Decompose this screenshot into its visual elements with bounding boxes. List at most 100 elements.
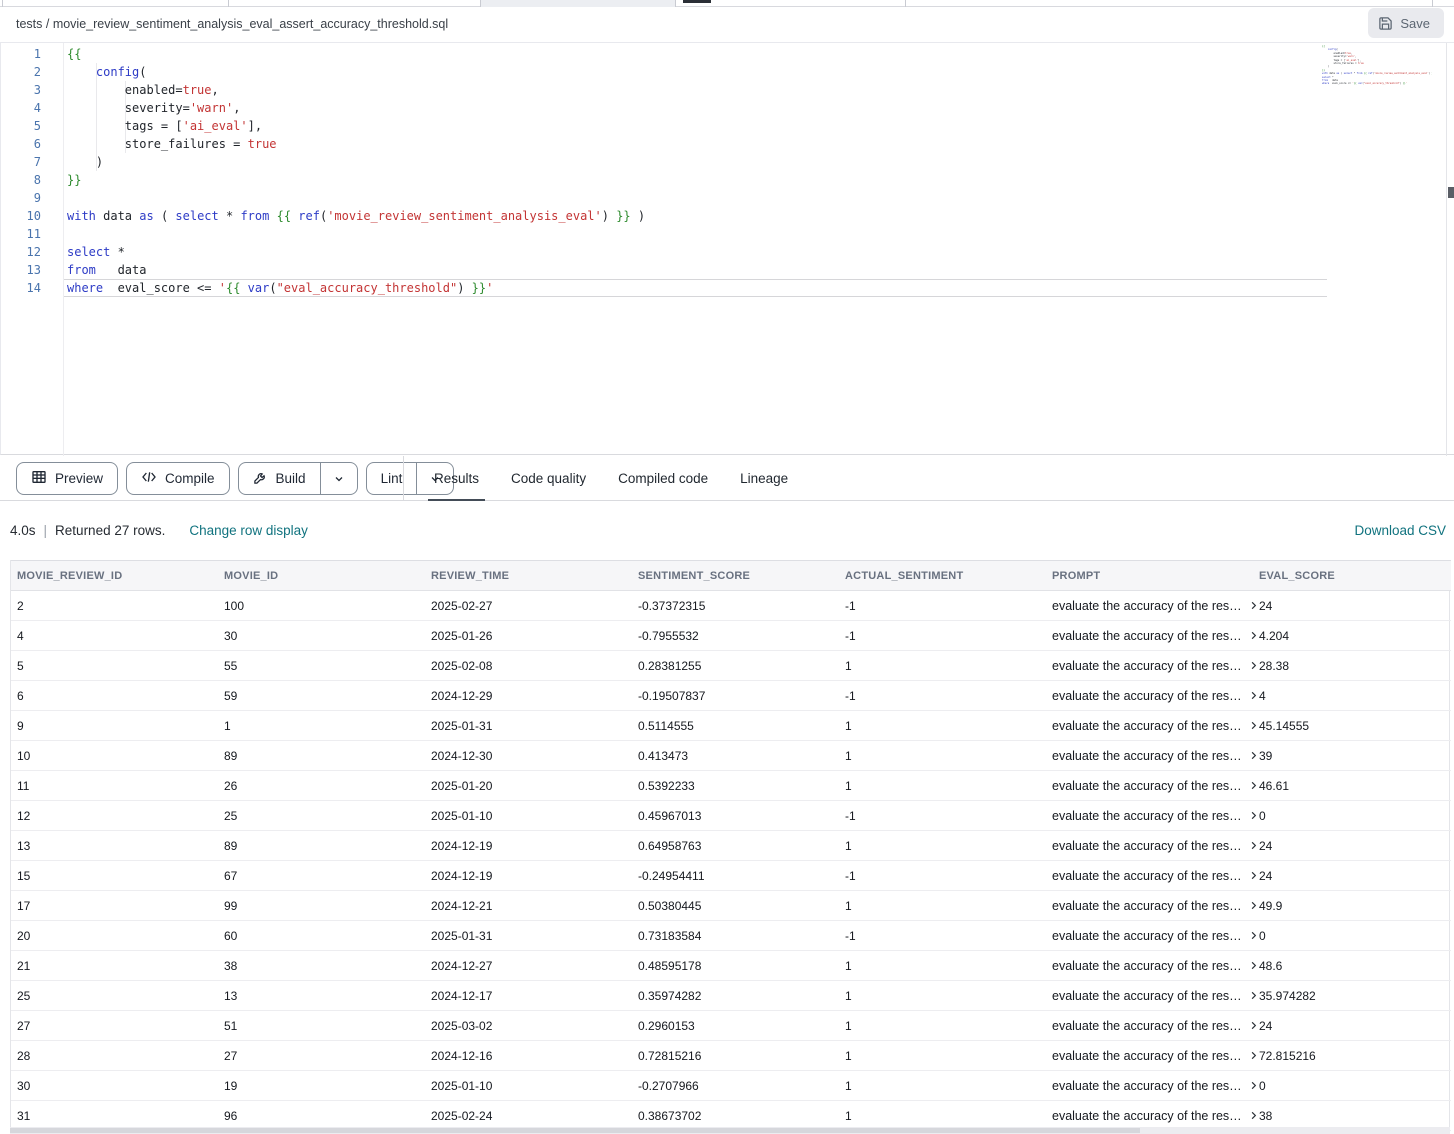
table-cell: 1 [839,1071,1046,1101]
expand-prompt-chevron-icon[interactable] [1248,990,1259,1001]
code-editor[interactable]: 1234567891011121314 {{ config( enabled=t… [0,42,1454,455]
code-line: where eval_score <= '{{ var("eval_accura… [67,279,645,297]
table-cell: 89 [218,741,425,771]
prompt-text: evaluate the accuracy of the res… [1052,839,1242,853]
code-line [67,225,645,243]
table-cell: 89 [218,831,425,861]
table-cell: 2025-02-27 [425,591,632,621]
table-cell: 2025-03-02 [425,1011,632,1041]
expand-prompt-chevron-icon[interactable] [1248,900,1259,911]
expand-prompt-chevron-icon[interactable] [1248,780,1259,791]
table-cell: 0.72815216 [632,1041,839,1071]
table-cell: 2024-12-27 [425,951,632,981]
code-line: severity='warn', [67,99,645,117]
line-number: 6 [1,135,47,153]
table-row: 5552025-02-080.283812551evaluate the acc… [11,651,1451,681]
status-bar: 4.0s | Returned 27 rows. Change row disp… [0,501,1454,560]
prompt-text: evaluate the accuracy of the res… [1052,869,1242,883]
tab-lineage[interactable]: Lineage [724,456,804,501]
compile-button[interactable]: Compile [126,462,230,495]
expand-prompt-chevron-icon[interactable] [1248,840,1259,851]
table-cell: 4 [11,621,218,651]
expand-prompt-chevron-icon[interactable] [1248,810,1259,821]
prompt-text: evaluate the accuracy of the res… [1052,929,1242,943]
save-button[interactable]: Save [1368,8,1444,38]
horizontal-scrollbar[interactable] [10,1127,1450,1134]
table-cell: 5 [11,651,218,681]
tab-code-quality[interactable]: Code quality [495,456,602,501]
table-cell: -1 [839,621,1046,651]
tab-divider [905,0,906,7]
expand-prompt-chevron-icon[interactable] [1248,1110,1259,1121]
tab-results[interactable]: Results [418,456,495,501]
expand-prompt-chevron-icon[interactable] [1248,600,1259,611]
code-line: config( [67,63,645,81]
build-button[interactable]: Build [238,462,358,495]
results-table-panel: MOVIE_REVIEW_IDMOVIE_IDREVIEW_TIMESENTIM… [10,560,1450,1131]
prompt-text: evaluate the accuracy of the res… [1052,659,1242,673]
change-row-display-link[interactable]: Change row display [189,523,308,538]
code-lines[interactable]: {{ config( enabled=true, severity='warn'… [67,45,645,297]
expand-prompt-chevron-icon[interactable] [1248,750,1259,761]
inactive-tab[interactable] [480,0,676,7]
table-cell: 72.815216 [1253,1041,1451,1071]
code-line: from data [67,261,645,279]
prompt-cell: evaluate the accuracy of the res… [1046,921,1253,951]
minimap[interactable]: {{ config( enabled=true, severity='warn'… [1322,45,1432,450]
table-cell: -0.2707966 [632,1071,839,1101]
editor-scrollbar-thumb[interactable] [1448,187,1454,198]
rows-returned: Returned 27 rows. [55,523,165,538]
expand-prompt-chevron-icon[interactable] [1248,720,1259,731]
table-cell: 0.73183584 [632,921,839,951]
table-cell: 35.974282 [1253,981,1451,1011]
table-cell: 49.9 [1253,891,1451,921]
table-header-row: MOVIE_REVIEW_IDMOVIE_IDREVIEW_TIMESENTIM… [11,561,1451,591]
line-number: 13 [1,261,47,279]
expand-prompt-chevron-icon[interactable] [1248,930,1259,941]
prompt-cell: evaluate the accuracy of the res… [1046,981,1253,1011]
column-header: REVIEW_TIME [425,561,632,591]
expand-prompt-chevron-icon[interactable] [1248,1020,1259,1031]
table-cell: -1 [839,921,1046,951]
table-row: 21382024-12-270.485951781evaluate the ac… [11,951,1451,981]
table-cell: 0.38673702 [632,1101,839,1131]
table-cell: 1 [839,951,1046,981]
download-csv-link[interactable]: Download CSV [1354,523,1446,538]
expand-prompt-chevron-icon[interactable] [1248,960,1259,971]
expand-prompt-chevron-icon[interactable] [1248,630,1259,641]
expand-prompt-chevron-icon[interactable] [1248,660,1259,671]
expand-prompt-chevron-icon[interactable] [1248,870,1259,881]
column-header: PROMPT [1046,561,1253,591]
line-number: 7 [1,153,47,171]
table-row: 15672024-12-19-0.24954411-1evaluate the … [11,861,1451,891]
table-cell: 17 [11,891,218,921]
breadcrumb: tests / movie_review_sentiment_analysis_… [16,17,448,31]
table-cell: 6 [11,681,218,711]
prompt-cell: evaluate the accuracy of the res… [1046,831,1253,861]
table-cell: 2024-12-19 [425,861,632,891]
table-cell: 13 [218,981,425,1011]
column-header: MOVIE_ID [218,561,425,591]
column-header: SENTIMENT_SCORE [632,561,839,591]
prompt-text: evaluate the accuracy of the res… [1052,989,1242,1003]
prompt-text: evaluate the accuracy of the res… [1052,629,1242,643]
expand-prompt-chevron-icon[interactable] [1248,690,1259,701]
table-cell: 46.61 [1253,771,1451,801]
table-cell: 1 [839,741,1046,771]
expand-prompt-chevron-icon[interactable] [1248,1050,1259,1061]
prompt-text: evaluate the accuracy of the res… [1052,1049,1242,1063]
tab-compiled-code[interactable]: Compiled code [602,456,724,501]
gutter-border [63,43,64,456]
table-cell: -1 [839,801,1046,831]
build-dropdown[interactable] [321,463,357,494]
preview-button[interactable]: Preview [16,462,118,495]
prompt-cell: evaluate the accuracy of the res… [1046,1011,1253,1041]
prompt-cell: evaluate the accuracy of the res… [1046,951,1253,981]
minimap-line: where eval_score <= '{{ var("eval_accura… [1322,82,1432,85]
expand-prompt-chevron-icon[interactable] [1248,1080,1259,1091]
table-cell: 0.45967013 [632,801,839,831]
horizontal-scrollbar-thumb[interactable] [10,1128,1140,1133]
table-cell: 1 [839,831,1046,861]
table-cell: 59 [218,681,425,711]
table-cell: 24 [1253,1011,1451,1041]
